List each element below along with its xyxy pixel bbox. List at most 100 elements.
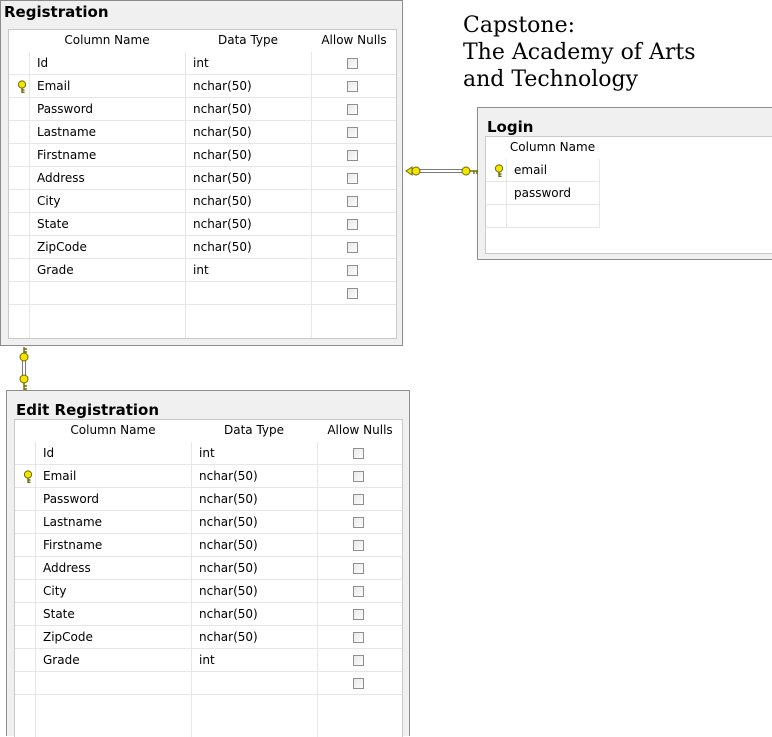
data-type-cell[interactable]: nchar(50): [199, 511, 258, 534]
column-grid[interactable]: Column Name Data Type Allow Nulls Id int E…: [14, 419, 403, 737]
data-type-cell[interactable]: nchar(50): [199, 534, 258, 557]
allow-nulls-checkbox[interactable]: [347, 104, 358, 115]
table-row[interactable]: Password nchar(50): [9, 98, 396, 121]
allow-nulls-checkbox[interactable]: [353, 494, 364, 505]
column-name-cell[interactable]: email: [514, 159, 547, 182]
table-row[interactable]: [15, 672, 402, 695]
table-row[interactable]: ZipCode nchar(50): [9, 236, 396, 259]
table-row[interactable]: Address nchar(50): [9, 167, 396, 190]
key-icon: [22, 470, 34, 484]
table-row[interactable]: Grade int: [9, 259, 396, 282]
data-type-cell[interactable]: nchar(50): [193, 190, 252, 213]
table-row[interactable]: Email nchar(50): [9, 75, 396, 98]
allow-nulls-checkbox[interactable]: [353, 517, 364, 528]
table-row[interactable]: State nchar(50): [9, 213, 396, 236]
table-row[interactable]: Firstname nchar(50): [9, 144, 396, 167]
column-name-cell[interactable]: Email: [43, 465, 76, 488]
column-name-cell[interactable]: City: [43, 580, 67, 603]
column-name-cell[interactable]: Firstname: [43, 534, 102, 557]
column-name-cell[interactable]: Grade: [37, 259, 74, 282]
column-grid[interactable]: Column Name email password: [485, 136, 772, 254]
column-name-cell[interactable]: Lastname: [43, 511, 102, 534]
table-row[interactable]: ZipCode nchar(50): [15, 626, 402, 649]
data-type-cell[interactable]: nchar(50): [193, 144, 252, 167]
column-name-cell[interactable]: Id: [37, 52, 48, 75]
allow-nulls-checkbox[interactable]: [347, 265, 358, 276]
column-name-cell[interactable]: password: [514, 182, 571, 205]
table-row[interactable]: password: [486, 182, 599, 205]
table-row[interactable]: [9, 282, 396, 305]
data-type-cell[interactable]: int: [199, 649, 215, 672]
column-name-cell[interactable]: City: [37, 190, 61, 213]
allow-nulls-checkbox[interactable]: [347, 150, 358, 161]
data-type-cell[interactable]: int: [199, 442, 215, 465]
relationship-registration-login[interactable]: [403, 162, 479, 180]
allow-nulls-checkbox[interactable]: [353, 471, 364, 482]
data-type-cell[interactable]: nchar(50): [199, 465, 258, 488]
data-type-cell[interactable]: nchar(50): [193, 98, 252, 121]
table-login[interactable]: Login Column Name email password: [477, 107, 772, 260]
column-name-cell[interactable]: Grade: [43, 649, 80, 672]
allow-nulls-checkbox[interactable]: [353, 563, 364, 574]
column-name-cell[interactable]: Password: [37, 98, 93, 121]
table-row[interactable]: Address nchar(50): [15, 557, 402, 580]
allow-nulls-checkbox[interactable]: [347, 196, 358, 207]
table-row[interactable]: Firstname nchar(50): [15, 534, 402, 557]
table-row[interactable]: Lastname nchar(50): [9, 121, 396, 144]
allow-nulls-checkbox[interactable]: [347, 242, 358, 253]
allow-nulls-checkbox[interactable]: [347, 127, 358, 138]
allow-nulls-checkbox[interactable]: [347, 288, 358, 299]
data-type-cell[interactable]: nchar(50): [199, 557, 258, 580]
allow-nulls-checkbox[interactable]: [353, 586, 364, 597]
column-name-cell[interactable]: Lastname: [37, 121, 96, 144]
column-name-cell[interactable]: Address: [43, 557, 91, 580]
column-name-cell[interactable]: Firstname: [37, 144, 96, 167]
column-name-cell[interactable]: Password: [43, 488, 99, 511]
data-type-cell[interactable]: nchar(50): [199, 488, 258, 511]
table-row[interactable]: Lastname nchar(50): [15, 511, 402, 534]
data-type-cell[interactable]: nchar(50): [199, 603, 258, 626]
allow-nulls-checkbox[interactable]: [347, 58, 358, 69]
table-row[interactable]: email: [486, 159, 599, 182]
allow-nulls-checkbox[interactable]: [353, 632, 364, 643]
table-row[interactable]: Id int: [9, 52, 396, 75]
column-name-cell[interactable]: Address: [37, 167, 85, 190]
column-name-cell[interactable]: State: [43, 603, 75, 626]
allow-nulls-checkbox[interactable]: [347, 173, 358, 184]
allow-nulls-checkbox[interactable]: [353, 448, 364, 459]
table-row[interactable]: State nchar(50): [15, 603, 402, 626]
data-type-cell[interactable]: int: [193, 259, 209, 282]
table-row[interactable]: Email nchar(50): [15, 465, 402, 488]
column-name-cell[interactable]: ZipCode: [37, 236, 87, 259]
column-name-cell[interactable]: Id: [43, 442, 54, 465]
table-registration[interactable]: Registration Column Name Data Type Allow…: [0, 0, 403, 346]
table-row[interactable]: Password nchar(50): [15, 488, 402, 511]
data-type-cell[interactable]: nchar(50): [193, 121, 252, 144]
allow-nulls-checkbox[interactable]: [347, 219, 358, 230]
caption-line-3: and Technology: [463, 67, 639, 92]
data-type-cell[interactable]: nchar(50): [193, 75, 252, 98]
data-type-cell[interactable]: int: [193, 52, 209, 75]
table-row[interactable]: Grade int: [15, 649, 402, 672]
allow-nulls-checkbox[interactable]: [347, 81, 358, 92]
column-name-cell[interactable]: State: [37, 213, 69, 236]
allow-nulls-checkbox[interactable]: [353, 540, 364, 551]
table-row[interactable]: Id int: [15, 442, 402, 465]
relationship-registration-edit-registration[interactable]: [15, 344, 33, 392]
column-name-cell[interactable]: Email: [37, 75, 70, 98]
data-type-cell[interactable]: nchar(50): [193, 167, 252, 190]
table-row[interactable]: City nchar(50): [15, 580, 402, 603]
allow-nulls-checkbox[interactable]: [353, 678, 364, 689]
column-name-cell[interactable]: ZipCode: [43, 626, 93, 649]
table-edit-registration[interactable]: Edit Registration Column Name Data Type …: [6, 390, 410, 737]
allow-nulls-checkbox[interactable]: [353, 655, 364, 666]
table-row[interactable]: [486, 205, 599, 228]
key-icon: [16, 80, 28, 94]
data-type-cell[interactable]: nchar(50): [199, 580, 258, 603]
data-type-cell[interactable]: nchar(50): [193, 236, 252, 259]
column-grid[interactable]: Column Name Data Type Allow Nulls Id int E…: [8, 29, 397, 339]
data-type-cell[interactable]: nchar(50): [199, 626, 258, 649]
table-row[interactable]: City nchar(50): [9, 190, 396, 213]
data-type-cell[interactable]: nchar(50): [193, 213, 252, 236]
allow-nulls-checkbox[interactable]: [353, 609, 364, 620]
